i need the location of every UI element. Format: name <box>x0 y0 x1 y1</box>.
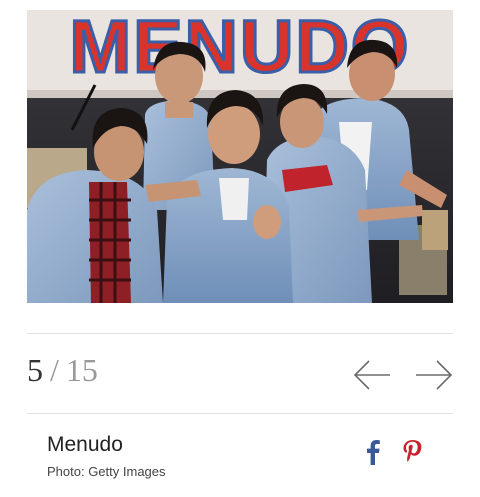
arrow-right-icon <box>416 360 453 390</box>
band-photo-illustration: MENUDO <box>27 10 453 303</box>
total-slides-number: 15 <box>65 352 98 388</box>
caption-title: Menudo <box>47 433 123 456</box>
previous-slide-button[interactable] <box>352 358 392 392</box>
divider-top <box>27 333 453 334</box>
share-facebook-button[interactable] <box>362 439 384 465</box>
current-slide-number: 5 <box>27 352 43 388</box>
divider-bottom <box>27 413 453 414</box>
counter-separator: / <box>50 352 59 388</box>
photo-credit: Photo: Getty Images <box>47 464 166 479</box>
slide-counter: 5/15 <box>27 350 98 390</box>
facebook-icon <box>367 440 380 465</box>
gallery-photo[interactable]: MENUDO <box>27 10 453 303</box>
arrow-left-icon <box>353 360 390 390</box>
next-slide-button[interactable] <box>414 358 454 392</box>
pinterest-icon <box>403 440 422 462</box>
share-pinterest-button[interactable] <box>401 439 423 465</box>
